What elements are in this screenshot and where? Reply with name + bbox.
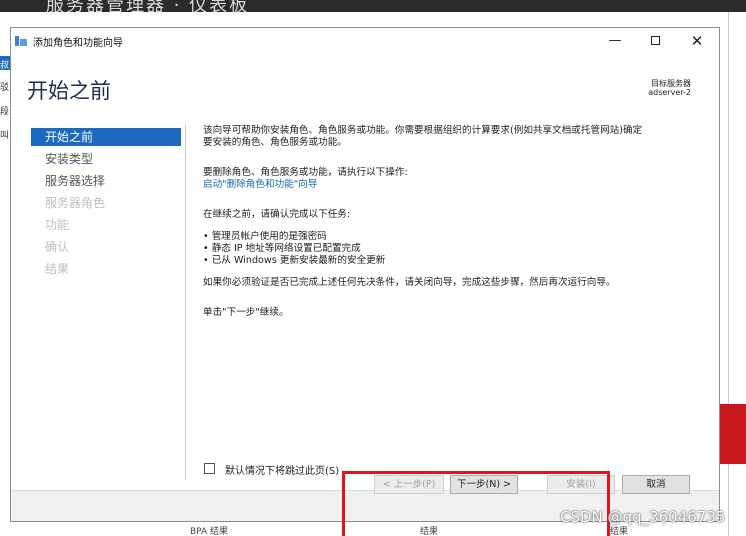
close-button[interactable]: ✕ [685, 31, 709, 51]
nav-item-results: 结果 [45, 262, 70, 276]
maximize-icon [651, 36, 660, 45]
nav-item-server-selection[interactable]: 服务器选择 [31, 172, 181, 190]
task-item: • 静态 IP 地址等网络设置已配置完成 [203, 243, 361, 254]
intro-text: 要安装的角色、角色服务或功能。 [203, 137, 347, 148]
annotation-highlight-box [342, 471, 610, 536]
background-left-strip: 叔 驳 段 叫 [0, 12, 10, 536]
task-item: • 已从 Windows 更新安装最新的安全更新 [203, 255, 386, 266]
nav-item-before-you-begin[interactable]: 开始之前 [31, 128, 181, 146]
click-next-text: 单击"下一步"继续。 [203, 307, 289, 318]
before-tasks-text: 在继续之前，请确认完成以下任务: [203, 209, 351, 220]
task-item: • 管理员帐户使用的是强密码 [203, 231, 327, 242]
nav-divider [185, 124, 186, 480]
nav-item-confirmation: 确认 [45, 240, 70, 254]
nav-item-server-roles: 服务器角色 [45, 196, 106, 210]
background-titlebar: 服务器管理器 · 仪表板 [0, 0, 746, 12]
background-fragment: 驳 [0, 83, 10, 93]
skip-page-checkbox[interactable] [204, 463, 215, 474]
cancel-button[interactable]: 取消 [622, 475, 690, 494]
nav-item-installation-type[interactable]: 安装类型 [31, 150, 181, 168]
verify-note-text: 如果你必须验证是否已完成上述任何先决条件，请关闭向导，完成这些步骤，然后再次运行… [203, 277, 616, 288]
page-title: 开始之前 [27, 79, 111, 103]
background-title: 服务器管理器 · 仪表板 [46, 0, 250, 12]
background-fragment: BPA 结果 [190, 527, 229, 536]
server-manager-icon [15, 36, 27, 46]
remove-hint-text: 要删除角色、角色服务或功能，请执行以下操作: [203, 167, 408, 178]
background-fragment: 叫 [0, 131, 10, 141]
background-fragment: 叔 [0, 61, 10, 71]
target-server-value: adserver-2 [648, 88, 691, 97]
nav-item-features: 功能 [45, 218, 70, 232]
window-title: 添加角色和功能向导 [33, 38, 123, 49]
remove-roles-link[interactable]: 启动"删除角色和功能"向导 [203, 179, 317, 191]
minimize-button[interactable]: — [603, 31, 627, 51]
intro-text: 该向导可帮助你安装角色、角色服务或功能。你需要根据组织的计算要求(例如共享文档或… [203, 125, 643, 136]
add-roles-wizard-window: 添加角色和功能向导 — ✕ 开始之前 目标服务器 adserver-2 开始之前… [10, 27, 720, 522]
maximize-button[interactable] [643, 31, 667, 51]
watermark: CSDN @qq_36046735 [560, 508, 726, 526]
background-fragment: 段 [0, 107, 10, 117]
background-alert-tile [720, 404, 746, 464]
wizard-titlebar[interactable]: 添加角色和功能向导 — ✕ [11, 28, 719, 54]
skip-page-label[interactable]: 默认情况下将跳过此页(S) [225, 462, 339, 477]
background-right-strip [720, 12, 746, 536]
